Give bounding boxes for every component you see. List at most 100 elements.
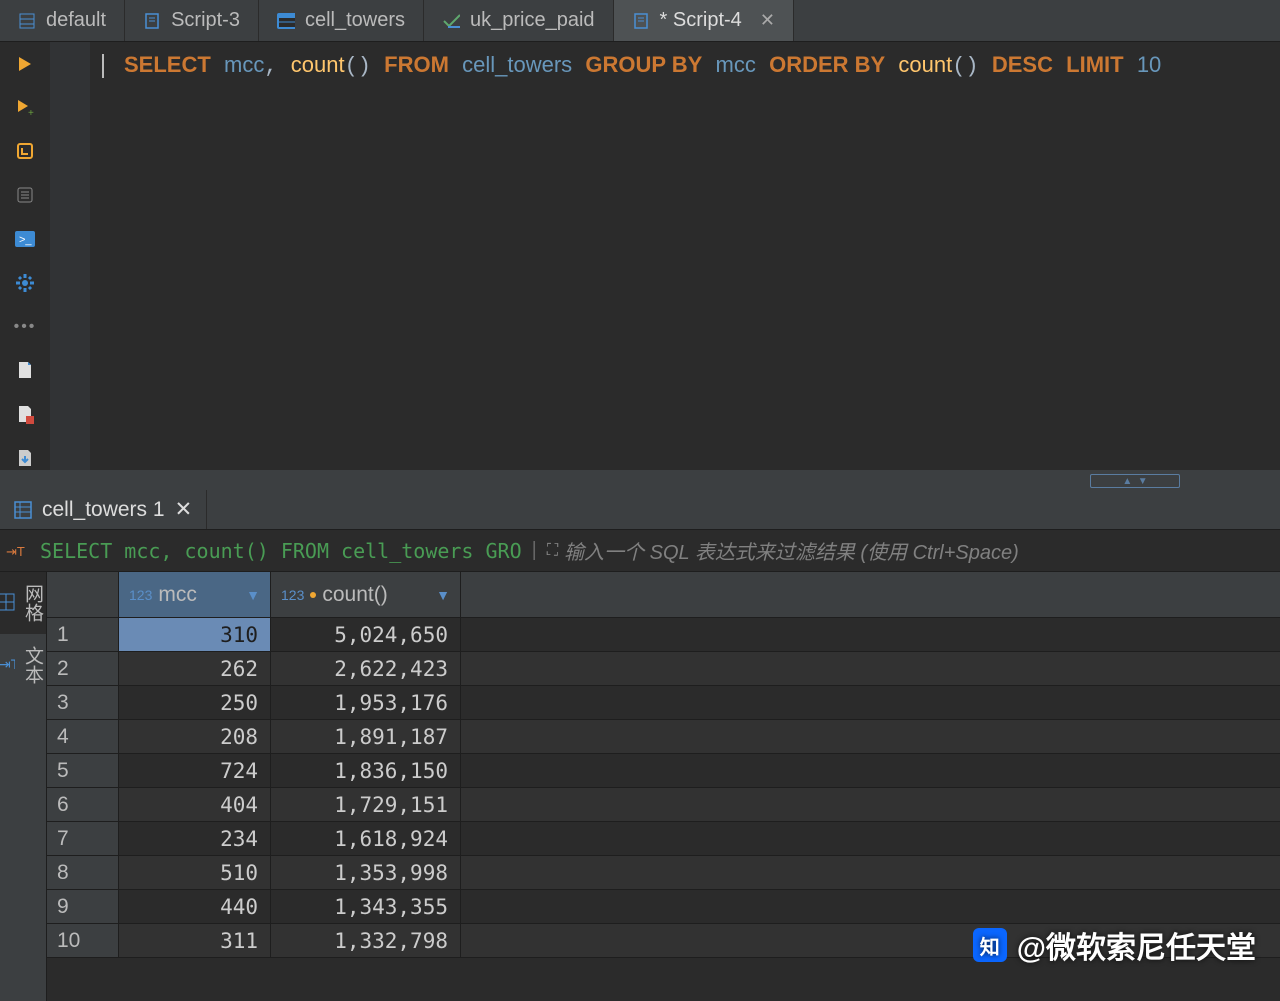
sort-indicator-icon [310,592,316,598]
settings-icon[interactable] [13,271,37,295]
cell-count[interactable]: 5,024,650 [271,618,461,651]
column-name: count() [322,583,387,607]
cell-count[interactable]: 1,953,176 [271,686,461,719]
cell-count[interactable]: 1,618,924 [271,822,461,855]
cell-count[interactable]: 1,332,798 [271,924,461,957]
table-row[interactable]: 94401,343,355 [47,890,1280,924]
close-icon[interactable]: ✕ [175,497,193,522]
table-row[interactable]: 57241,836,150 [47,754,1280,788]
tab-label: uk_price_paid [470,9,595,32]
close-icon[interactable]: ✕ [760,10,775,31]
run-new-icon[interactable]: + [13,96,37,120]
chevron-down-icon[interactable]: ▼ [436,587,450,603]
result-tab-bar: cell_towers 1 ✕ [0,490,1280,530]
watermark: 知 @微软索尼任天堂 [973,923,1256,967]
view-mode-tabs: 网格文本⇥T [0,572,47,1001]
table-row[interactable]: 85101,353,998 [47,856,1280,890]
explain-icon[interactable] [13,140,37,164]
cell-mcc[interactable]: 510 [119,856,271,889]
datatype-icon: 123 [129,587,152,603]
row-number: 4 [47,720,119,753]
table-icon [14,501,32,519]
panel-splitter[interactable]: ▲ ▼ [0,472,1280,490]
view-tab-网格[interactable]: 网格 [0,572,46,634]
svg-text:⇥T: ⇥T [6,544,25,559]
cell-count[interactable]: 1,836,150 [271,754,461,787]
separator: | [532,539,537,562]
executed-sql-text: SELECT mcc, count() FROM cell_towers GRO [34,539,528,563]
row-number: 8 [47,856,119,889]
result-tab-label: cell_towers 1 [42,498,165,522]
table-row[interactable]: 72341,618,924 [47,822,1280,856]
tab-label: * Script-4 [660,9,742,32]
expand-icon[interactable]: ⛶ [547,542,558,560]
splitter-grip-icon[interactable]: ▲ ▼ [1090,474,1180,488]
table-row[interactable]: 42081,891,187 [47,720,1280,754]
cell-mcc[interactable]: 250 [119,686,271,719]
tab-0[interactable]: default [0,0,125,41]
cell-mcc[interactable]: 404 [119,788,271,821]
filter-sql-icon[interactable]: ⇥T [0,542,34,560]
row-number: 3 [47,686,119,719]
zhihu-logo-icon: 知 [973,928,1007,962]
row-number: 2 [47,652,119,685]
filter-placeholder[interactable]: 输入一个 SQL 表达式来过滤结果 (使用 Ctrl+Space) [564,536,1019,565]
export-error-icon[interactable] [13,402,37,426]
script-icon [143,12,161,30]
column-name: mcc [158,583,197,607]
check-icon [442,12,460,30]
terminal-icon[interactable]: >_ [13,227,37,251]
table-row[interactable]: 22622,622,423 [47,652,1280,686]
row-number: 5 [47,754,119,787]
editor-action-gutter: + >_ ••• [0,42,50,470]
cell-count[interactable]: 1,343,355 [271,890,461,923]
more-icon[interactable]: ••• [13,315,37,339]
cell-mcc[interactable]: 310 [119,618,271,651]
table-icon [277,12,295,30]
result-tab-cell-towers[interactable]: cell_towers 1 ✕ [0,490,207,529]
column-header-count[interactable]: 123 count() ▼ [271,572,461,617]
row-number: 7 [47,822,119,855]
cell-mcc[interactable]: 440 [119,890,271,923]
row-number: 1 [47,618,119,651]
cell-count[interactable]: 1,891,187 [271,720,461,753]
cell-count[interactable]: 1,729,151 [271,788,461,821]
export-icon[interactable] [13,359,37,383]
cell-count[interactable]: 2,622,423 [271,652,461,685]
column-header-mcc[interactable]: 123 mcc ▼ [119,572,271,617]
history-icon[interactable] [13,183,37,207]
result-filter-bar: ⇥T SELECT mcc, count() FROM cell_towers … [0,530,1280,572]
cell-count[interactable]: 1,353,998 [271,856,461,889]
svg-text:+: + [28,108,34,118]
cell-mcc[interactable]: 311 [119,924,271,957]
line-number-gutter [50,42,90,470]
view-tab-文本[interactable]: 文本⇥T [0,634,46,696]
svg-text:>_: >_ [19,234,32,246]
sql-editor[interactable]: SELECT mcc, count() FROM cell_towers GRO… [90,42,1280,470]
cell-mcc[interactable]: 234 [119,822,271,855]
cell-mcc[interactable]: 262 [119,652,271,685]
table-row[interactable]: 13105,024,650 [47,618,1280,652]
watermark-handle: @微软索尼任天堂 [1017,923,1256,967]
table-row[interactable]: 32501,953,176 [47,686,1280,720]
run-icon[interactable] [13,52,37,76]
tab-label: default [46,9,106,32]
row-number: 9 [47,890,119,923]
chevron-down-icon[interactable]: ▼ [246,587,260,603]
datatype-icon: 123 [281,587,304,603]
tab-4[interactable]: * Script-4 ✕ [614,0,794,41]
tab-1[interactable]: Script-3 [125,0,259,41]
tab-label: cell_towers [305,9,405,32]
row-number-header [47,572,119,617]
row-number: 6 [47,788,119,821]
editor-tab-bar: default Script-3 cell_towers uk_price_paid… [0,0,1280,42]
tab-3[interactable]: uk_price_paid [424,0,614,41]
cell-mcc[interactable]: 724 [119,754,271,787]
table-row[interactable]: 64041,729,151 [47,788,1280,822]
tab-label: Script-3 [171,9,240,32]
vtab-label: 文本 [19,646,46,684]
vtab-label: 网格 [19,584,46,622]
cell-mcc[interactable]: 208 [119,720,271,753]
import-icon[interactable] [13,446,37,470]
tab-2[interactable]: cell_towers [259,0,424,41]
